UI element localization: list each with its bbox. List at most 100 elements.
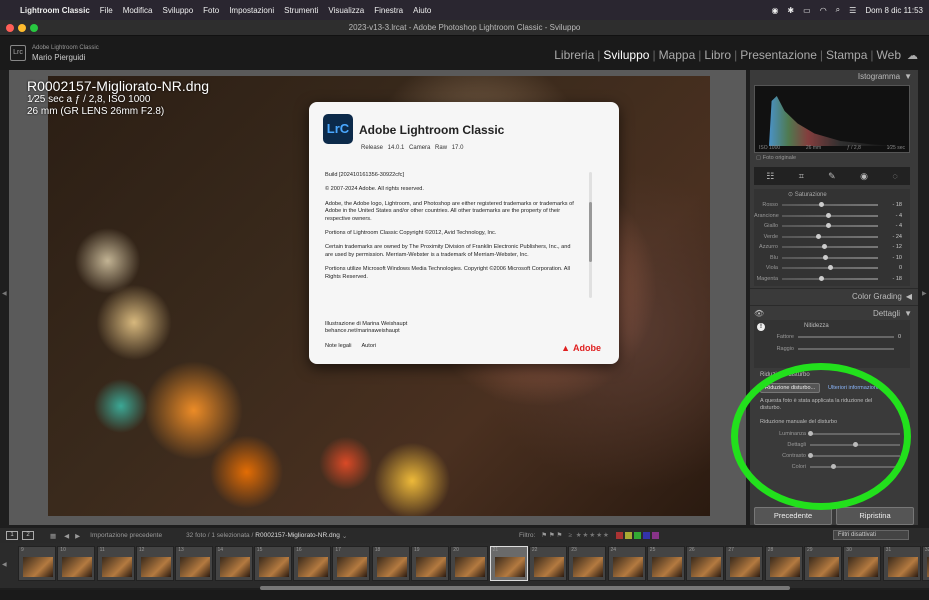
saturation-slider[interactable]: [782, 212, 878, 218]
saturation-row[interactable]: Giallo - 4: [754, 221, 910, 232]
about-dialog[interactable]: LrC Adobe Lightroom Classic Release 14.0…: [309, 102, 619, 364]
saturation-row[interactable]: Arancione - 4: [754, 211, 910, 222]
left-panel-toggle-icon[interactable]: ◀: [2, 290, 7, 297]
noise-reduction-button[interactable]: Riduzione disturbo...: [760, 383, 821, 393]
module-libreria[interactable]: Libreria: [554, 48, 594, 62]
filmstrip-thumbnail[interactable]: 31: [882, 546, 921, 581]
menu-foto[interactable]: Foto: [203, 6, 219, 15]
noise-slider[interactable]: [810, 442, 900, 447]
image-view[interactable]: R0002157-Migliorato-NR.dng 1⁄25 sec a ƒ …: [9, 70, 746, 525]
filmstrip-thumbnail[interactable]: 12: [135, 546, 174, 581]
slider-knob[interactable]: [822, 244, 828, 250]
second-window-button[interactable]: 2: [22, 531, 34, 540]
legal-text[interactable]: Build [202410161356-30922cfc] © 2007-202…: [325, 172, 575, 292]
clock[interactable]: Dom 8 dic 11:53: [865, 6, 923, 15]
saturation-slider[interactable]: [782, 265, 878, 271]
saturation-row[interactable]: Magenta - 18: [754, 274, 910, 285]
filmstrip-left-arrow-icon[interactable]: ◀: [2, 561, 7, 568]
histogram[interactable]: ISO 1000 26 mm ƒ / 2,8 1⁄25 sec: [754, 85, 910, 153]
module-stampa[interactable]: Stampa: [826, 48, 867, 62]
histogram-header[interactable]: Istogramma ▼: [750, 70, 918, 83]
search-icon[interactable]: ⌕: [836, 5, 840, 15]
slider-knob[interactable]: [853, 442, 858, 447]
sharpening-factor-row[interactable]: Fattore 0: [768, 334, 902, 340]
slider-knob[interactable]: [808, 453, 813, 458]
noise-slider[interactable]: [810, 464, 900, 469]
heal-icon[interactable]: ✎: [828, 171, 836, 182]
green-label-icon[interactable]: [633, 531, 641, 539]
sharpening-radius-slider[interactable]: [798, 348, 894, 350]
original-photo-toggle[interactable]: ▢ Foto originale: [750, 153, 918, 163]
saturation-slider[interactable]: [782, 244, 878, 250]
module-web[interactable]: Web: [877, 48, 901, 62]
menu-aiuto[interactable]: Aiuto: [413, 6, 431, 15]
slider-knob[interactable]: [823, 254, 829, 260]
filmstrip-thumbnail[interactable]: 22: [528, 546, 567, 581]
slider-knob[interactable]: [826, 223, 832, 229]
filmstrip-thumbnail[interactable]: 26: [686, 546, 725, 581]
forward-arrow-icon[interactable]: ▶: [75, 532, 80, 540]
saturation-row[interactable]: Azzurro - 12: [754, 242, 910, 253]
grid-view-icon[interactable]: ▦: [50, 532, 56, 540]
close-window-icon[interactable]: [6, 24, 14, 32]
menu-impostazioni[interactable]: Impostazioni: [229, 6, 274, 15]
authors-link[interactable]: Autori: [361, 343, 376, 349]
filmstrip-thumbnail[interactable]: 11: [96, 546, 135, 581]
filmstrip-thumbnail[interactable]: 21: [489, 546, 528, 581]
saturation-row[interactable]: Verde - 24: [754, 232, 910, 243]
slider-knob[interactable]: [819, 275, 825, 281]
dialog-scroll-thumb[interactable]: [589, 201, 592, 262]
control-center-icon[interactable]: ☰: [849, 6, 856, 15]
menu-modifica[interactable]: Modifica: [123, 6, 153, 15]
filmstrip-thumbnail[interactable]: 23: [568, 546, 607, 581]
warning-icon[interactable]: !: [757, 323, 765, 331]
saturation-row[interactable]: Rosso - 18: [754, 200, 910, 211]
battery-icon[interactable]: ▭: [803, 6, 811, 15]
filter-select[interactable]: Filtri disattivati: [833, 530, 909, 540]
menu-finestra[interactable]: Finestra: [374, 6, 403, 15]
filmstrip-thumbnail[interactable]: 29: [804, 546, 842, 581]
filmstrip-thumbnail[interactable]: 28: [764, 546, 803, 581]
color-grading-header[interactable]: Color Grading ◀: [750, 288, 918, 303]
filmstrip-thumbnail[interactable]: 19: [411, 546, 449, 581]
flag-filter-icon[interactable]: ⚑ ⚑ ⚑: [541, 531, 562, 539]
noise-row[interactable]: Colori: [758, 464, 908, 470]
filmstrip-thumbnail[interactable]: 20: [450, 546, 489, 581]
more-info-link[interactable]: Ulteriori informazioni: [828, 385, 878, 391]
filmstrip-thumbnail[interactable]: 18: [371, 546, 410, 581]
previous-button[interactable]: Precedente: [754, 507, 832, 525]
sharpening-factor-slider[interactable]: [798, 336, 894, 338]
wifi-icon[interactable]: ◠: [820, 6, 827, 15]
filmstrip-thumbnail[interactable]: 16: [293, 546, 332, 581]
creative-cloud-icon[interactable]: ◉: [771, 6, 778, 15]
saturation-slider[interactable]: [782, 223, 878, 229]
main-window-button[interactable]: 1: [6, 531, 18, 540]
saturation-row[interactable]: Viola 0: [754, 263, 910, 274]
slider-knob[interactable]: [830, 464, 836, 469]
filmstrip-thumbnail[interactable]: 27: [725, 546, 764, 581]
target-adjust-icon[interactable]: ⊙: [788, 192, 793, 198]
filmstrip-thumbnail[interactable]: 9: [18, 546, 56, 581]
slider-knob[interactable]: [826, 212, 832, 218]
red-label-icon[interactable]: [615, 531, 623, 539]
color-label-filter[interactable]: [615, 531, 659, 539]
cloud-icon[interactable]: ☁: [907, 49, 918, 62]
filmstrip-thumbnail[interactable]: 30: [843, 546, 882, 581]
file-dropdown-icon[interactable]: ⌄: [342, 532, 347, 540]
rating-filter[interactable]: ≥ ★★★★★: [568, 531, 610, 539]
saturation-slider[interactable]: [782, 233, 878, 239]
purple-label-icon[interactable]: [651, 531, 659, 539]
filmstrip-thumbnail[interactable]: 14: [214, 546, 253, 581]
filmstrip-thumbnail[interactable]: 32: [921, 546, 929, 581]
filmstrip-thumbnail[interactable]: 10: [57, 546, 96, 581]
eye-icon[interactable]: 👁: [754, 309, 764, 318]
redeye-icon[interactable]: ◉: [860, 171, 868, 182]
yellow-label-icon[interactable]: [624, 531, 632, 539]
module-libro[interactable]: Libro: [704, 48, 731, 62]
details-header[interactable]: 👁 Dettagli ▼: [750, 305, 918, 320]
noise-row[interactable]: Luminanza 0: [758, 431, 908, 437]
sharpening-radius-row[interactable]: Raggio: [768, 346, 894, 352]
back-arrow-icon[interactable]: ◀: [64, 532, 69, 540]
noise-row[interactable]: Dettagli: [758, 442, 908, 448]
crop-icon[interactable]: ⌗: [799, 171, 804, 182]
